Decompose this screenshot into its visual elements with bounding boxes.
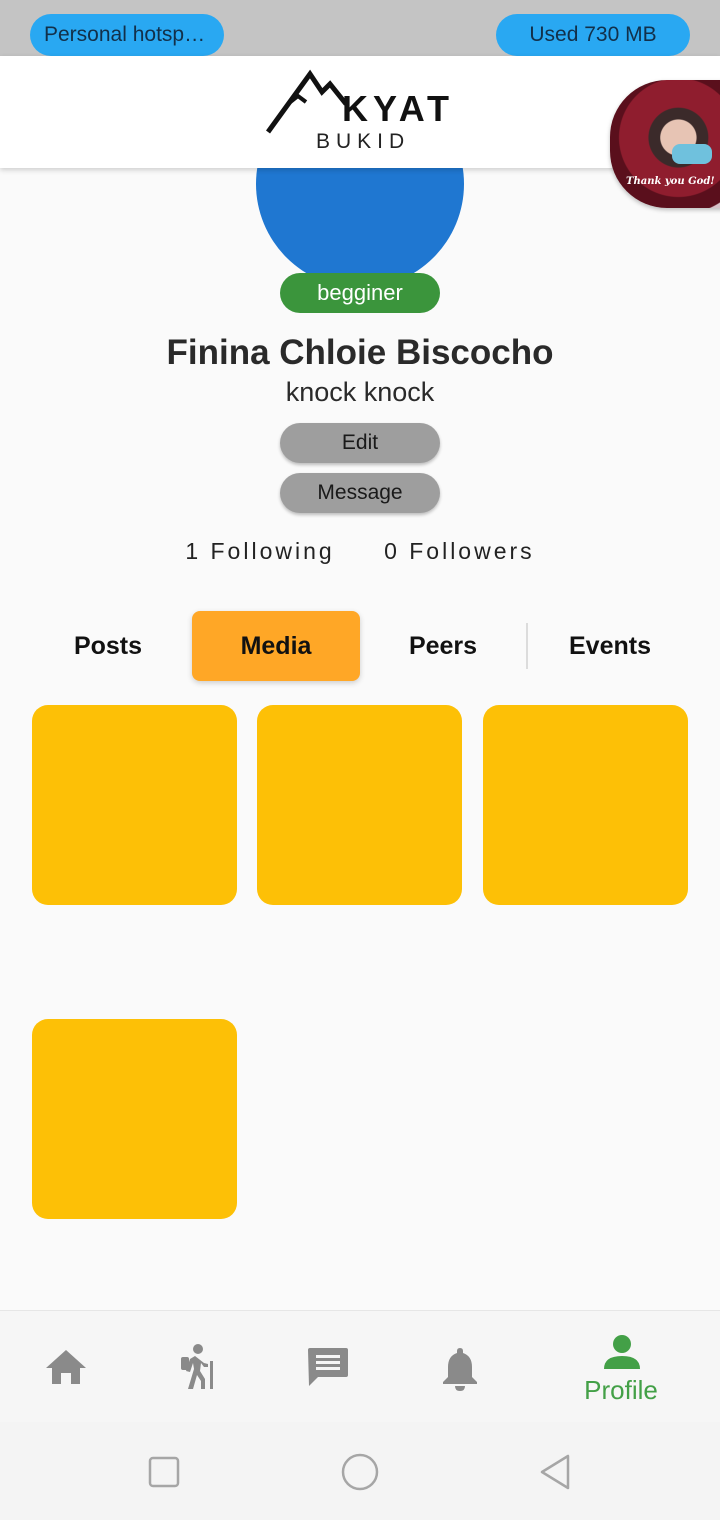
media-tile[interactable] [483,705,688,905]
bell-icon [443,1348,477,1391]
data-usage-pill[interactable]: Used 730 MB [496,14,690,56]
media-tile[interactable] [32,705,237,905]
bottom-nav: Profile [0,1310,720,1422]
home-button-icon[interactable] [340,1452,380,1492]
profile-name: Finina Chloie Biscocho [166,333,554,372]
nav-notifications[interactable] [414,1311,506,1423]
nav-profile-label[interactable]: Profile [576,1375,666,1406]
media-tile[interactable] [257,705,462,905]
tab-events[interactable]: Events [526,611,694,681]
home-icon [46,1350,86,1384]
nav-profile[interactable] [560,1311,682,1423]
message-button[interactable]: Message [280,473,440,513]
level-badge: begginer [280,273,440,313]
nav-messages[interactable] [282,1311,374,1423]
followers-count[interactable]: 0 Followers [384,538,535,564]
logo-subtitle: BUKID [316,130,411,153]
back-icon[interactable] [538,1453,572,1491]
hotspot-pill[interactable]: Personal hotspot... [30,14,224,56]
floating-user-avatar[interactable]: Thank you God! [610,80,720,208]
media-tile[interactable] [32,1019,237,1219]
tab-peers[interactable]: Peers [359,611,527,681]
system-nav-bar [0,1422,720,1520]
person-icon [604,1335,640,1369]
nav-home[interactable] [20,1311,112,1423]
follow-stats: 1 Following 0 Followers [0,538,720,565]
edit-button[interactable]: Edit [280,423,440,463]
profile-bio: knock knock [285,377,435,407]
mountain-icon [266,69,346,134]
app-logo: KYAT BUKID [266,68,466,158]
face-mask-graphic [672,144,712,164]
avatar-caption: Thank you God! [626,176,715,187]
logo-word: KYAT [342,88,455,129]
status-bar: Personal hotspot... Used 730 MB [0,0,720,56]
tab-posts[interactable]: Posts [24,611,192,681]
recents-icon[interactable] [148,1456,180,1488]
hiker-icon [181,1344,213,1389]
nav-hikes[interactable] [152,1311,244,1423]
following-count[interactable]: 1 Following [185,538,334,564]
tab-media[interactable]: Media [192,611,360,681]
chat-icon [308,1348,348,1386]
